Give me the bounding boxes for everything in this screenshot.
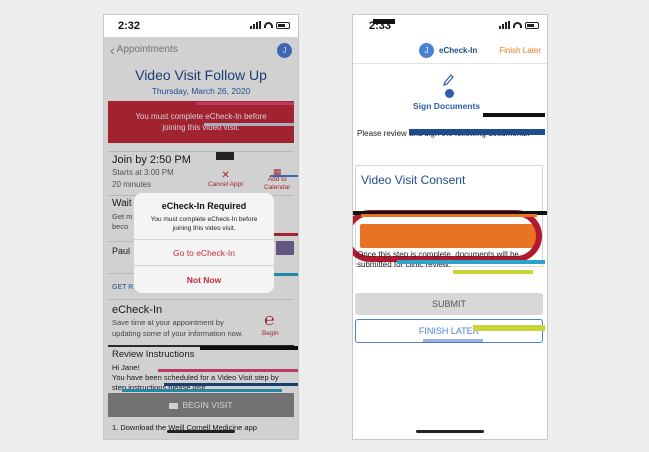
consent-title: Video Visit Consent [361, 173, 466, 187]
glitch-artifact [373, 19, 395, 24]
status-time: 2:32 [118, 20, 141, 32]
signal-icon [499, 21, 510, 29]
avatar[interactable]: J [419, 43, 434, 58]
home-indicator[interactable] [167, 430, 235, 433]
status-bar: 2:32 [104, 15, 298, 37]
header-title: eCheck-In [439, 46, 478, 55]
echeckin-screen: 2:33 J eCheck-In Finish Later Sign Docum… [352, 14, 548, 440]
signal-icon [250, 21, 261, 29]
step-indicator-dot [445, 89, 454, 98]
glitch-artifact [483, 113, 545, 117]
wifi-icon [264, 22, 273, 28]
battery-icon [525, 21, 539, 29]
pen-icon [443, 74, 454, 86]
home-indicator[interactable] [416, 430, 484, 433]
glitch-artifact [361, 214, 537, 217]
not-now-button[interactable]: Not Now [134, 265, 274, 294]
header-divider [353, 63, 547, 64]
step-label: Sign Documents [413, 101, 481, 111]
submit-button[interactable]: SUBMIT [355, 293, 543, 315]
glitch-artifact [423, 339, 483, 342]
dialog-title: eCheck-In Required [161, 201, 247, 211]
dialog-message: You must complete eCheck-In before joini… [150, 216, 258, 232]
finish-later-link[interactable]: Finish Later [499, 46, 541, 55]
battery-icon [276, 21, 290, 29]
wifi-icon [513, 22, 522, 28]
glitch-artifact [453, 270, 533, 274]
go-to-echeckin-button[interactable]: Go to eCheck-In [134, 239, 274, 266]
appointment-screen: 2:32 ‹ Appointments J Video Visit Follow… [103, 14, 299, 440]
status-bar: 2:33 [353, 15, 547, 35]
glitch-artifact [473, 325, 545, 331]
glitch-artifact [409, 129, 545, 135]
status-icons [499, 21, 539, 29]
glitch-artifact [397, 260, 545, 264]
status-icons [250, 21, 290, 29]
echeckin-required-dialog: eCheck-In Required You must complete eCh… [134, 193, 274, 293]
echeckin-header: J eCheck-In Finish Later [353, 41, 547, 61]
